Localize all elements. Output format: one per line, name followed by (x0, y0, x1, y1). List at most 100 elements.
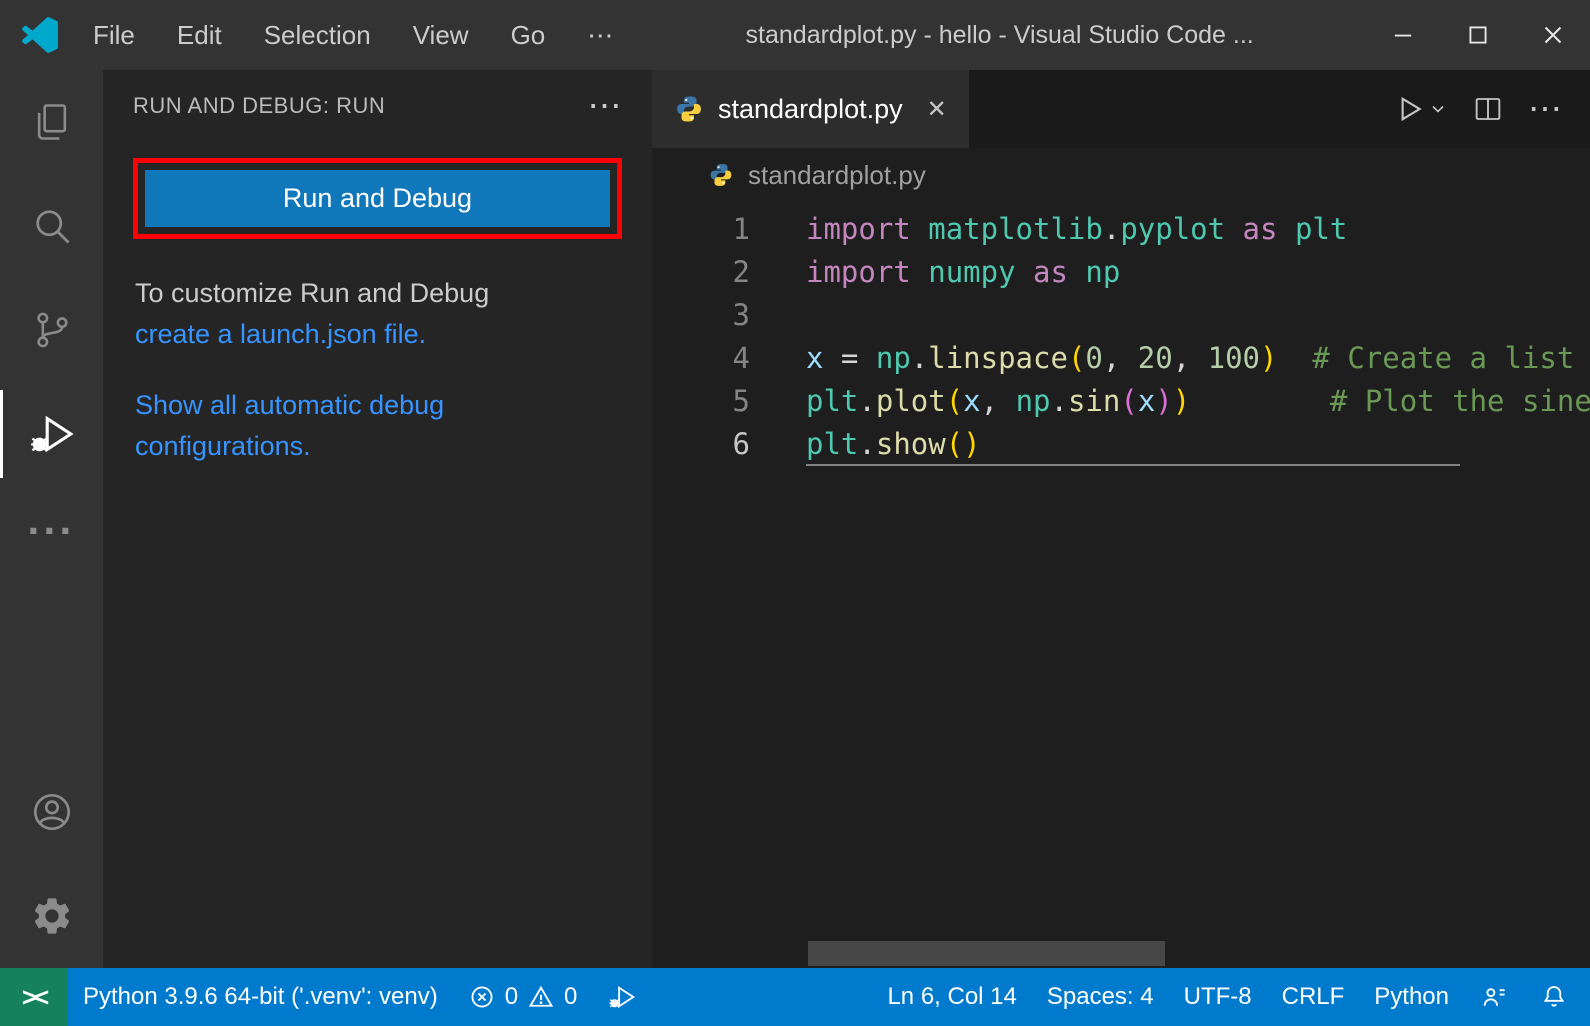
minimize-icon (1389, 21, 1417, 49)
status-bar: >< Python 3.9.6 64-bit ('.venv': venv) 0… (0, 968, 1590, 1026)
panel-more-button[interactable]: ⋯ (588, 89, 623, 123)
line-content: import numpy as np (806, 251, 1590, 294)
run-file-button[interactable] (1392, 92, 1448, 126)
line-content: plt.plot(x, np.sin(x)) # Plot the sine (806, 380, 1590, 423)
encoding-status[interactable]: UTF-8 (1169, 968, 1267, 1026)
status-right: Ln 6, Col 14 Spaces: 4 UTF-8 CRLF Python (872, 968, 1590, 1026)
main-area: ··· RUN AND DEBUG: RUN ⋯ (0, 70, 1590, 968)
menu-file[interactable]: File (72, 0, 156, 70)
menu-selection[interactable]: Selection (243, 0, 392, 70)
breadcrumb-filename: standardplot.py (748, 160, 926, 191)
account-icon (29, 789, 75, 835)
eol-status[interactable]: CRLF (1267, 968, 1360, 1026)
cursor-position-status[interactable]: Ln 6, Col 14 (872, 968, 1031, 1026)
menu-more[interactable]: ⋯ (566, 0, 634, 70)
code-area[interactable]: 1import matplotlib.pyplot as plt2import … (652, 202, 1590, 968)
menu-go[interactable]: Go (490, 0, 567, 70)
eol: CRLF (1282, 983, 1345, 1011)
problems-status[interactable]: 0 0 (453, 968, 593, 1026)
line-content: x = np.linspace(0, 20, 100) # Create a l… (806, 337, 1590, 380)
line-number: 1 (652, 208, 806, 251)
activity-bar: ··· (0, 70, 103, 968)
line-number: 2 (652, 251, 806, 294)
encoding: UTF-8 (1184, 983, 1252, 1011)
remote-indicator[interactable]: >< (0, 968, 68, 1026)
panel-header: RUN AND DEBUG: RUN ⋯ (103, 70, 652, 142)
notifications-status[interactable] (1524, 968, 1584, 1026)
gear-icon (30, 894, 74, 938)
editor-actions: ⋯ (1392, 70, 1590, 148)
run-icon (1392, 92, 1426, 126)
maximize-icon (1464, 21, 1492, 49)
python-breadcrumb-icon (708, 162, 734, 188)
code-line[interactable]: 3 (652, 294, 1590, 337)
vscode-window: File Edit Selection View Go ⋯ standardpl… (0, 0, 1590, 1026)
tab-label: standardplot.py (718, 94, 903, 125)
menu-edit[interactable]: Edit (156, 0, 243, 70)
bell-icon (1539, 982, 1569, 1012)
customize-text: To customize Run and Debug (135, 278, 489, 308)
line-content: import matplotlib.pyplot as plt (806, 208, 1590, 251)
debug-status[interactable] (592, 968, 652, 1026)
horizontal-scrollbar[interactable] (808, 941, 1165, 966)
feedback-status[interactable] (1464, 968, 1524, 1026)
line-content: plt.show() (806, 423, 1590, 466)
activity-more[interactable]: ··· (0, 486, 103, 590)
explorer-icon (30, 100, 74, 144)
line-content (806, 294, 1590, 337)
language-mode-status[interactable]: Python (1359, 968, 1464, 1026)
indentation: Spaces: 4 (1047, 983, 1154, 1011)
activity-settings[interactable] (0, 864, 103, 968)
python-interpreter-status[interactable]: Python 3.9.6 64-bit ('.venv': venv) (68, 968, 453, 1026)
code-line[interactable]: 2import numpy as np (652, 251, 1590, 294)
python-file-icon (674, 94, 704, 124)
auto-debug-hint: Show all automatic debug configurations. (135, 385, 620, 467)
create-launch-json-link[interactable]: create a launch.json file. (135, 319, 426, 349)
activity-explorer[interactable] (0, 70, 103, 174)
split-editor-icon[interactable] (1472, 93, 1504, 125)
source-control-icon (30, 308, 74, 352)
run-debug-panel: RUN AND DEBUG: RUN ⋯ Run and Debug To cu… (103, 70, 652, 968)
code-line[interactable]: 1import matplotlib.pyplot as plt (652, 208, 1590, 251)
more-icon: ··· (28, 510, 76, 552)
code-lines: 1import matplotlib.pyplot as plt2import … (652, 208, 1590, 466)
window-controls (1365, 0, 1590, 70)
run-and-debug-icon (27, 409, 77, 459)
cursor-position: Ln 6, Col 14 (887, 983, 1016, 1011)
indentation-status[interactable]: Spaces: 4 (1032, 968, 1169, 1026)
activity-search[interactable] (0, 174, 103, 278)
code-line[interactable]: 6plt.show() (652, 423, 1590, 466)
window-title: standardplot.py - hello - Visual Studio … (634, 21, 1365, 50)
activity-run-and-debug[interactable] (0, 382, 103, 486)
run-and-debug-button[interactable]: Run and Debug (145, 170, 610, 227)
line-number: 4 (652, 337, 806, 380)
activity-source-control[interactable] (0, 278, 103, 382)
debug-status-icon (607, 982, 637, 1012)
error-count: 0 (505, 983, 518, 1011)
tab-standardplot[interactable]: standardplot.py ✕ (652, 70, 969, 148)
line-number: 5 (652, 380, 806, 423)
customize-hint: To customize Run and Debug create a laun… (135, 273, 620, 355)
menubar: File Edit Selection View Go ⋯ (72, 0, 634, 70)
menu-view[interactable]: View (392, 0, 490, 70)
vscode-logo-icon (0, 17, 72, 53)
maximize-button[interactable] (1440, 0, 1515, 70)
code-line[interactable]: 4x = np.linspace(0, 20, 100) # Create a … (652, 337, 1590, 380)
code-line[interactable]: 5plt.plot(x, np.sin(x)) # Plot the sine (652, 380, 1590, 423)
editor-more-button[interactable]: ⋯ (1528, 92, 1562, 126)
remote-icon: >< (22, 982, 46, 1013)
warning-count: 0 (564, 983, 577, 1011)
minimize-button[interactable] (1365, 0, 1440, 70)
vscode-logo-svg (22, 17, 58, 53)
show-debug-configs-link[interactable]: Show all automatic debug configurations. (135, 390, 444, 461)
panel-title: RUN AND DEBUG: RUN (133, 93, 385, 119)
interpreter-label: Python 3.9.6 64-bit ('.venv': venv) (83, 983, 438, 1011)
tab-bar: standardplot.py ✕ (652, 70, 1590, 148)
breadcrumb[interactable]: standardplot.py (652, 148, 1590, 202)
close-button[interactable] (1515, 0, 1590, 70)
activity-accounts[interactable] (0, 760, 103, 864)
tab-close-button[interactable]: ✕ (927, 95, 947, 124)
annotation-highlight: Run and Debug (133, 158, 622, 239)
titlebar: File Edit Selection View Go ⋯ standardpl… (0, 0, 1590, 70)
search-icon (30, 204, 74, 248)
